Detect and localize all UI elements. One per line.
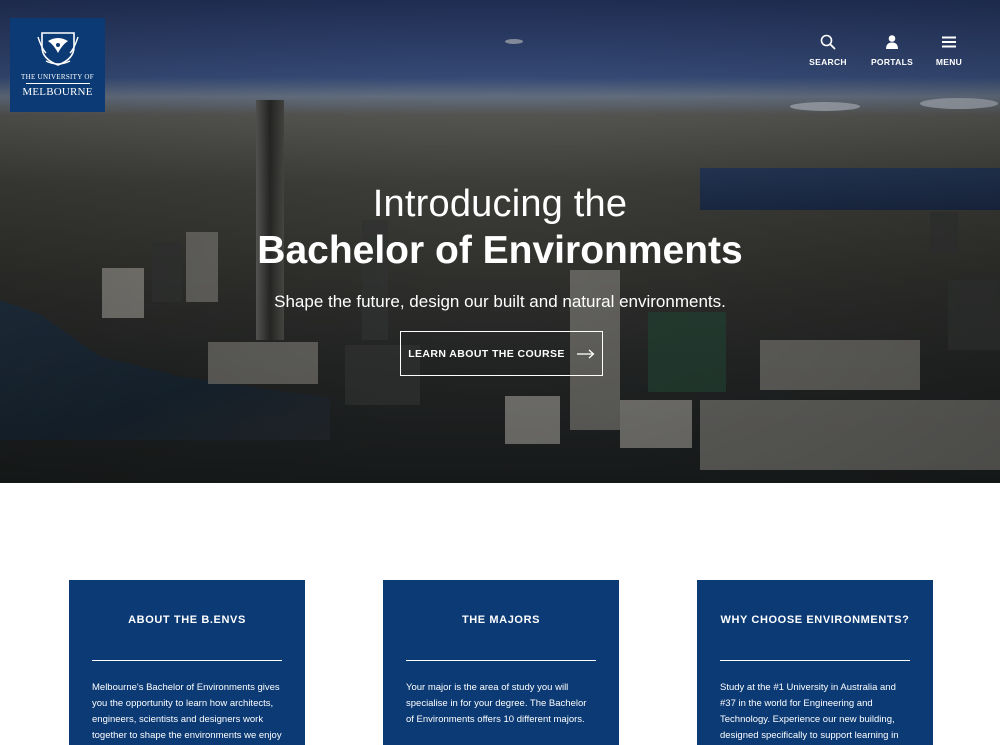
card-majors[interactable]: THE MAJORS Your major is the area of stu…: [383, 580, 619, 745]
arrow-right-icon: [576, 349, 595, 358]
card-divider: [92, 660, 282, 661]
user-icon: [886, 35, 898, 49]
hero-text: Introducing the Bachelor of Environments…: [0, 182, 1000, 313]
card-divider: [406, 660, 596, 661]
card-title: THE MAJORS: [461, 614, 541, 626]
hamburger-icon: [942, 36, 956, 48]
menu-button[interactable]: MENU: [934, 34, 964, 67]
card-body: Study at the #1 University in Australia …: [720, 682, 899, 741]
crest-icon: [36, 32, 79, 66]
university-logo[interactable]: THE UNIVERSITY OF MELBOURNE: [10, 18, 105, 112]
top-navigation: SEARCH PORTALS MENU: [808, 34, 964, 67]
cta-label: LEARN ABOUT THE COURSE: [408, 347, 565, 360]
card-title: ABOUT THE B.ENVS: [128, 614, 246, 626]
search-label: SEARCH: [809, 57, 847, 67]
search-button[interactable]: SEARCH: [808, 34, 848, 67]
card-body: Your major is the area of study you will…: [406, 682, 587, 725]
card-divider: [720, 660, 910, 661]
search-icon: [820, 34, 836, 50]
hero-headline: Bachelor of Environments: [257, 229, 743, 272]
logo-divider: [25, 83, 90, 84]
portals-button[interactable]: PORTALS: [870, 34, 914, 67]
portals-label: PORTALS: [870, 57, 914, 67]
card-about[interactable]: ABOUT THE B.ENVS Melbourne's Bachelor of…: [69, 580, 305, 745]
logo-line-2: MELBOURNE: [22, 86, 93, 98]
card-why-choose[interactable]: WHY CHOOSE ENVIRONMENTS? Study at the #1…: [697, 580, 933, 745]
hero-intro: Introducing the: [372, 183, 628, 225]
logo-line-1: THE UNIVERSITY OF: [21, 73, 94, 81]
menu-label: MENU: [935, 57, 963, 67]
hero-subtitle: Shape the future, design our built and n…: [274, 292, 726, 311]
learn-about-course-button[interactable]: LEARN ABOUT THE COURSE: [400, 331, 603, 376]
card-title: WHY CHOOSE ENVIRONMENTS?: [720, 614, 910, 626]
card-body: Melbourne's Bachelor of Environments giv…: [92, 682, 282, 741]
